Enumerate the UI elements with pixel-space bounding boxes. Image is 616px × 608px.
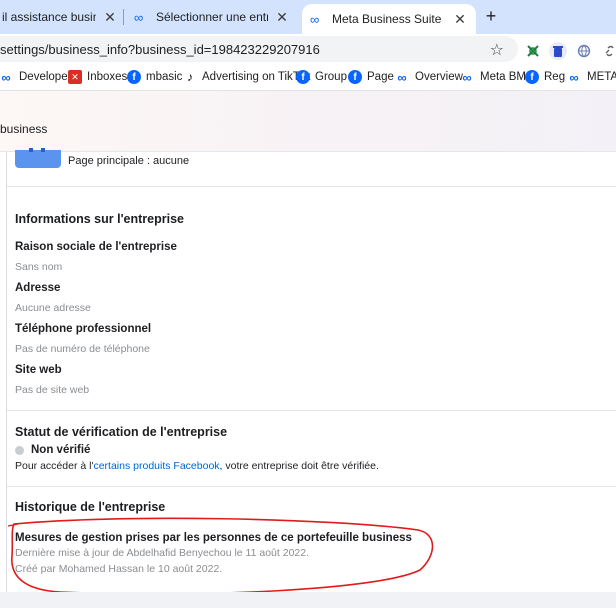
tab-close-icon[interactable]: ✕ bbox=[102, 9, 118, 26]
link-extension-icon[interactable] bbox=[602, 43, 616, 59]
business-info-card: Page principale : aucune Informations su… bbox=[6, 148, 616, 592]
address-label: Adresse bbox=[15, 282, 61, 294]
tab-separator bbox=[123, 9, 124, 25]
bookmark-label: Overview bbox=[415, 71, 463, 83]
website-value: Pas de site web bbox=[15, 384, 90, 396]
address-bar[interactable]: settings/business_info?business_id=19842… bbox=[0, 36, 518, 62]
bookmark-tiktok[interactable]: ♪ Advertising on TikTok bbox=[183, 68, 311, 86]
verification-note: Pour accéder à l'certains produits Faceb… bbox=[15, 460, 379, 472]
x-icon: ✕ bbox=[68, 70, 82, 84]
tab-select-business[interactable]: ∞ Sélectionner une entreprise Fac ✕ bbox=[128, 0, 298, 34]
phone-value: Pas de numéro de téléphone bbox=[15, 343, 150, 355]
bookmark-label: Page bbox=[367, 71, 394, 83]
facebook-products-link[interactable]: certains produits Facebook bbox=[93, 460, 219, 472]
phone-label: Téléphone professionnel bbox=[15, 323, 152, 335]
bookmark-group[interactable]: f Group bbox=[296, 68, 347, 86]
divider bbox=[7, 410, 616, 411]
facebook-icon: f bbox=[348, 70, 362, 84]
website-label: Site web bbox=[15, 364, 62, 376]
status-dot-icon bbox=[15, 445, 24, 455]
extension-puzzle-icon[interactable] bbox=[525, 43, 541, 59]
bookmark-developers[interactable]: ∞ Developers bbox=[0, 68, 77, 86]
history-title: Mesures de gestion prises par les person… bbox=[15, 532, 412, 544]
tab-close-icon[interactable]: ✕ bbox=[274, 9, 290, 26]
bookmark-mbasic[interactable]: f mbasic bbox=[127, 68, 182, 86]
verification-status: Non vérifié bbox=[15, 444, 90, 456]
bookmark-label: Advertising on TikTok bbox=[202, 71, 311, 83]
tab-close-icon[interactable]: ✕ bbox=[452, 11, 468, 28]
bookmarks-bar: ∞ Developers ✕ Inboxes f mbasic ♪ Advert… bbox=[0, 64, 616, 91]
address-value: Aucune adresse bbox=[15, 302, 91, 314]
tab-title: Meta Business Suite bbox=[332, 12, 442, 26]
bookmark-star-icon[interactable]: ☆ bbox=[490, 40, 504, 60]
tiktok-icon: ♪ bbox=[187, 70, 193, 84]
bookmark-meta-bm[interactable]: ∞ Meta BM bbox=[459, 68, 526, 86]
page-thumbnail-icon bbox=[15, 148, 61, 168]
meta-icon: ∞ bbox=[310, 11, 320, 27]
bookmark-overview[interactable]: ∞ Overview bbox=[394, 68, 463, 86]
history-updated: Dernière mise à jour de Abdelhafid Benye… bbox=[15, 547, 310, 559]
main-page-label: Page principale : aucune bbox=[68, 155, 190, 167]
new-tab-button[interactable]: + bbox=[481, 6, 501, 27]
page-header: business bbox=[0, 91, 616, 152]
legal-name-value: Sans nom bbox=[15, 261, 63, 273]
note-text: , votre entreprise doit être vérifiée. bbox=[219, 460, 379, 472]
browser-tab-bar: il assistance business ✕ ∞ Sélectionner … bbox=[0, 0, 616, 34]
tab-title: il assistance business bbox=[2, 10, 96, 24]
bookmark-page[interactable]: f Page bbox=[348, 68, 394, 86]
verification-title: Statut de vérification de l'entreprise bbox=[15, 425, 228, 439]
tab-assistance-business[interactable]: il assistance business ✕ bbox=[0, 0, 124, 34]
tab-title: Sélectionner une entreprise Fac bbox=[156, 10, 268, 24]
legal-name-label: Raison sociale de l'entreprise bbox=[15, 241, 177, 253]
business-info-title: Informations sur l'entreprise bbox=[15, 212, 184, 226]
note-text: Pour accéder à l' bbox=[15, 460, 94, 472]
facebook-icon: f bbox=[127, 70, 141, 84]
bookmark-label: META bbox=[587, 71, 616, 83]
facebook-icon: f bbox=[296, 70, 310, 84]
bookmark-label: mbasic bbox=[146, 71, 183, 83]
bookmark-reg[interactable]: f Reg bbox=[525, 68, 565, 86]
address-bar-row: settings/business_info?business_id=19842… bbox=[0, 34, 616, 64]
tab-meta-business-suite[interactable]: ∞ Meta Business Suite ✕ bbox=[302, 4, 476, 34]
verification-status-text: Non vérifié bbox=[31, 444, 91, 456]
divider bbox=[7, 186, 616, 187]
meta-icon: ∞ bbox=[397, 69, 407, 85]
address-text: settings/business_info?business_id=19842… bbox=[0, 41, 320, 57]
divider bbox=[7, 486, 616, 487]
bookmark-label: Inboxes bbox=[87, 71, 128, 83]
bookmark-meta[interactable]: ∞ META bbox=[566, 68, 616, 86]
bookmark-inboxes[interactable]: ✕ Inboxes bbox=[68, 68, 127, 86]
translate-extension-icon[interactable] bbox=[576, 43, 592, 59]
history-created: Créé par Mohamed Hassan le 10 août 2022. bbox=[15, 563, 223, 575]
meta-icon: ∞ bbox=[134, 9, 144, 25]
meta-icon: ∞ bbox=[462, 69, 472, 85]
page-footer-strip bbox=[0, 592, 616, 608]
meta-icon: ∞ bbox=[569, 69, 579, 85]
facebook-icon: f bbox=[525, 70, 539, 84]
bookmark-label: Reg bbox=[544, 71, 566, 83]
bookmark-label: Group bbox=[315, 71, 347, 83]
breadcrumb[interactable]: business bbox=[0, 122, 47, 136]
history-section-title: Historique de l'entreprise bbox=[15, 500, 166, 514]
bookmark-label: Meta BM bbox=[480, 71, 527, 83]
meta-icon: ∞ bbox=[1, 69, 11, 85]
trash-extension-icon[interactable] bbox=[549, 42, 567, 60]
